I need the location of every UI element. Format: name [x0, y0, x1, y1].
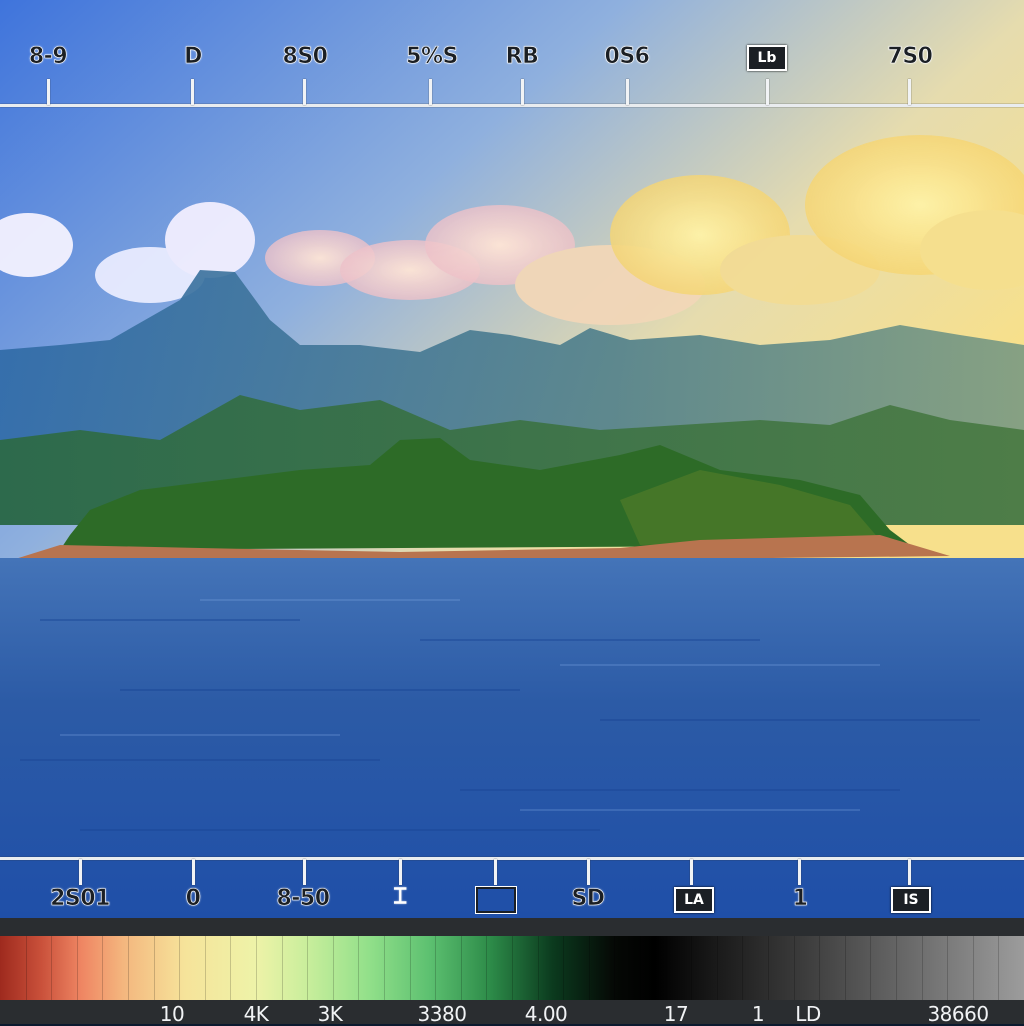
gradient-segment-divider: [435, 936, 437, 1000]
gradient-segment-divider: [947, 936, 949, 1000]
gradient-segment-divider: [998, 936, 1000, 1000]
top-ruler-tick: [626, 79, 629, 105]
top-ruler-tick: [908, 79, 911, 105]
gradient-segment-divider: [128, 936, 129, 1000]
gradient-label: LD: [795, 1002, 821, 1026]
top-ruler-tick: [429, 79, 432, 105]
bottom-ruler-tick: [587, 859, 590, 885]
bottom-ruler-tick: [79, 859, 82, 885]
bottom-ruler-frame-icon: [476, 887, 516, 913]
gradient-label: 3K: [317, 1002, 343, 1026]
gradient-label: 4.00: [524, 1002, 568, 1026]
bottom-ruler-tick: [798, 859, 801, 885]
top-ruler-label: 8S0: [282, 44, 328, 70]
gradient-segment-divider: [921, 936, 923, 1000]
top-ruler-tick: [303, 79, 306, 105]
bottom-ruler-frame-icon: IS: [891, 887, 931, 913]
bottom-ruler-label: SD: [571, 886, 605, 912]
gradient-segment-divider: [819, 936, 821, 1000]
bottom-ruler-tick: [908, 859, 911, 885]
gradient-segment-divider: [256, 936, 257, 1000]
gradient-segment-divider: [563, 936, 565, 1000]
gradient-segment-divider: [76, 936, 78, 1000]
bottom-ruler-line: [0, 857, 1024, 860]
gradient-label: 10: [159, 1002, 185, 1026]
gradient-segment-divider: [716, 936, 718, 1000]
bottom-ruler-tick: [192, 859, 195, 885]
top-ruler-line: [0, 104, 1024, 107]
gradient-segment-divider: [153, 936, 155, 1000]
gradient-segment-divider: [102, 936, 104, 1000]
landscape-photo: [0, 0, 1024, 918]
gradient-segment-divider: [537, 936, 539, 1000]
gradient-segment-divider: [665, 936, 667, 1000]
gradient-segment-divider: [614, 936, 616, 1000]
gradient-segment-divider: [844, 936, 846, 1000]
gradient-segment-divider: [512, 936, 513, 1000]
gradient-label: 4K: [243, 1002, 269, 1026]
gradient-segment-divider: [768, 936, 769, 1000]
top-ruler-tick: [47, 79, 50, 105]
gradient-segment-divider: [384, 936, 385, 1000]
gradient-segment-divider: [486, 936, 488, 1000]
top-ruler-label: RB: [505, 44, 539, 70]
gradient-segment-divider: [972, 936, 974, 1000]
gradient-segment-divider: [691, 936, 693, 1000]
gradient-segment-divider: [640, 936, 641, 1000]
top-ruler-tick: [191, 79, 194, 105]
bottom-ruler-label: 2S01: [50, 886, 111, 912]
gradient-segment-divider: [896, 936, 897, 1000]
top-ruler-label: D: [184, 44, 203, 70]
gradient-label: 1: [751, 1002, 765, 1026]
bottom-ruler-tick: [494, 859, 497, 885]
top-ruler-label: 7S0: [887, 44, 933, 70]
top-ruler-label: 5%S: [406, 44, 459, 70]
top-ruler-tick: [521, 79, 524, 105]
color-gradient-bar: 10 4K 3K 3380 4.00 17 1 LD 38660: [0, 918, 1024, 1026]
top-ruler-label: 8-9: [28, 44, 68, 70]
gradient-label: 3380: [417, 1002, 467, 1026]
bottom-ruler-tick: [690, 859, 693, 885]
bottom-ruler-label: 1: [792, 886, 808, 912]
bottom-ruler-glyph: ⌶: [393, 884, 407, 910]
gradient-segment-divider: [358, 936, 360, 1000]
gradient-segment-divider: [870, 936, 872, 1000]
gradient-segment-divider: [742, 936, 744, 1000]
gradient-segment-divider: [409, 936, 411, 1000]
gradient-segment-divider: [281, 936, 283, 1000]
gradient-segment-divider: [25, 936, 27, 1000]
gradient-segment-divider: [793, 936, 795, 1000]
top-ruler-frame-icon: Lb: [747, 45, 787, 71]
gradient-segment-divider: [588, 936, 590, 1000]
top-ruler-tick: [766, 79, 769, 105]
gradient-segment-divider: [460, 936, 462, 1000]
top-ruler-label: 0S6: [604, 44, 650, 70]
gradient-segment-divider: [230, 936, 232, 1000]
gradient-segment-divider: [204, 936, 206, 1000]
gradient-label: 17: [663, 1002, 689, 1026]
gradient-segment-divider: [179, 936, 181, 1000]
bottom-ruler-tick: [303, 859, 306, 885]
bottom-ruler-frame-icon: LA: [674, 887, 714, 913]
color-gradient-strip: [0, 936, 1024, 1000]
bottom-ruler-label: 8-50: [276, 886, 330, 912]
bottom-ruler-tick: [399, 859, 402, 885]
bottom-ruler-label: 0: [185, 886, 201, 912]
gradient-segment-divider: [307, 936, 309, 1000]
gradient-label: 38660: [927, 1002, 989, 1026]
gradient-segment-divider: [332, 936, 334, 1000]
gradient-segment-divider: [51, 936, 53, 1000]
